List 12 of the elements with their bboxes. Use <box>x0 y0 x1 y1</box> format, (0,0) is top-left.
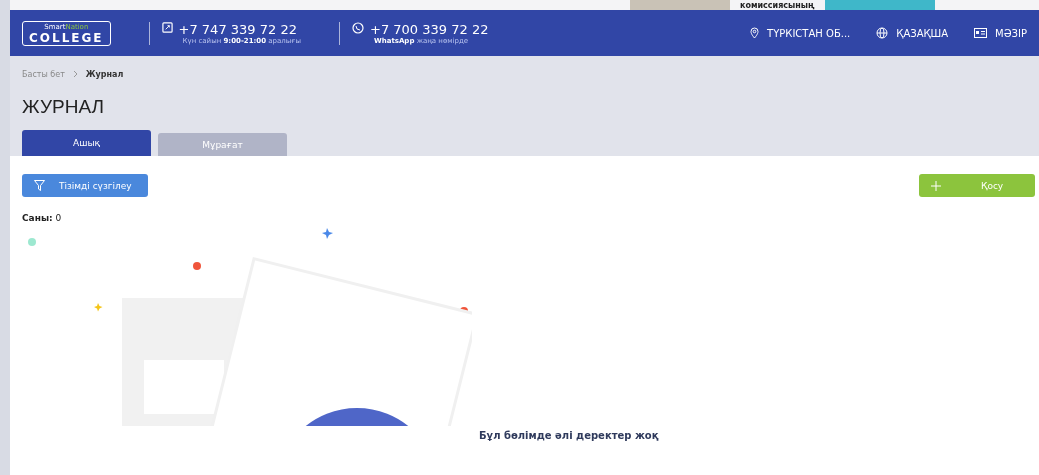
header-link[interactable]: ҚАЗАҚША <box>876 27 949 39</box>
breadcrumb-link[interactable]: Журнал <box>85 69 124 79</box>
header-link[interactable]: ТҮРКІСТАН ОБ... <box>750 27 851 39</box>
empty-state-message: Бұл бөлімде әлі деректер жоқ <box>479 430 659 441</box>
count-text: Саны: 0 <box>22 213 63 223</box>
banner-text: комиссиясының <box>740 1 815 10</box>
tab[interactable]: Ашық <box>22 130 151 156</box>
page-title: ЖУРНАЛ <box>22 96 105 118</box>
phone-number[interactable]: +7 700 339 72 22 <box>370 21 489 37</box>
phone-number[interactable]: +7 747 339 72 22 <box>178 21 301 37</box>
header-link[interactable]: МӘЗІР <box>974 27 1027 39</box>
filter-button[interactable]: Тізімді сүзгілеу <box>22 174 148 197</box>
